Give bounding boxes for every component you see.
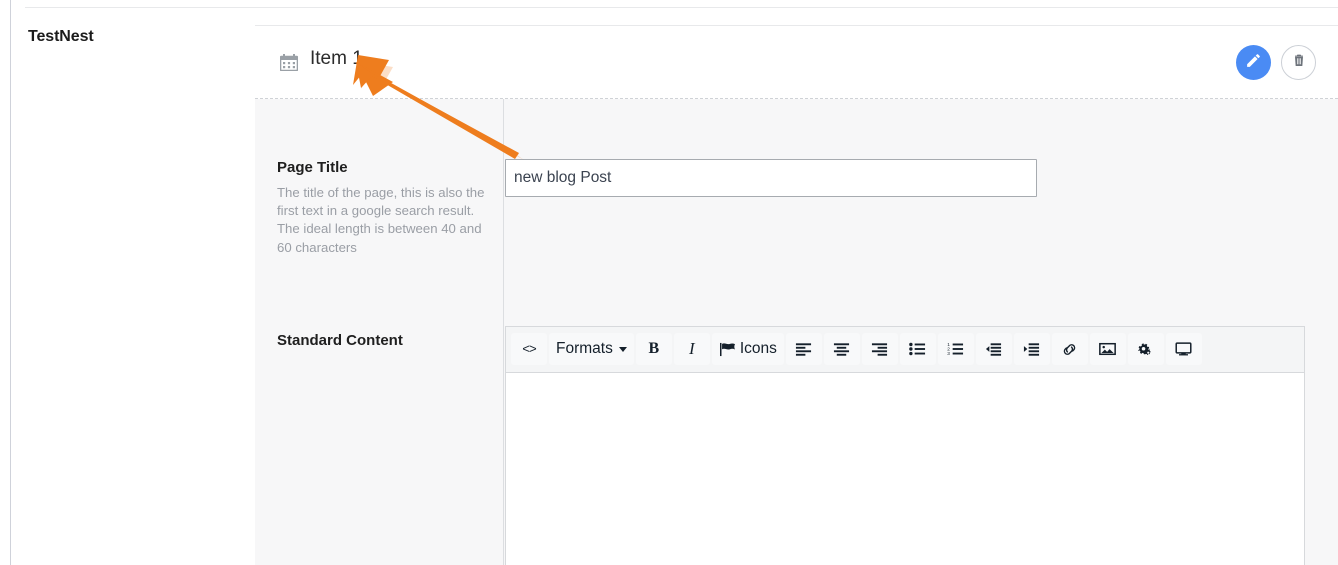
- editor-toolbar: <> Formats B I Icons 1 2 3: [506, 327, 1304, 373]
- field-hint: The title of the page, this is also the …: [277, 185, 485, 255]
- italic-button[interactable]: I: [673, 333, 710, 365]
- align-center-icon: [833, 342, 850, 356]
- source-code-button[interactable]: <>: [511, 333, 547, 365]
- rich-text-editor: <> Formats B I Icons 1 2 3: [505, 326, 1305, 565]
- ordered-list-icon: 1 2 3: [947, 342, 964, 356]
- preview-button[interactable]: [1165, 333, 1202, 365]
- insert-icons-button[interactable]: Icons: [711, 333, 784, 365]
- outdent-icon: [985, 342, 1002, 356]
- insert-icons-label: Icons: [739, 340, 777, 357]
- delete-button[interactable]: [1281, 45, 1316, 80]
- page-title: TestNest: [28, 28, 94, 45]
- settings-button[interactable]: [1127, 333, 1164, 365]
- page-title-input[interactable]: [505, 159, 1037, 197]
- field-label-page-title: Page Title The title of the page, this i…: [277, 159, 487, 257]
- formats-label: Formats: [556, 340, 613, 357]
- insert-link-button[interactable]: [1051, 333, 1088, 365]
- numbered-list-button[interactable]: 1 2 3: [937, 333, 974, 365]
- chevron-down-icon: [618, 346, 627, 352]
- edit-button[interactable]: [1236, 45, 1271, 80]
- window-left-border: [10, 0, 11, 565]
- monitor-icon: [1175, 342, 1192, 356]
- bold-icon: B: [648, 340, 660, 357]
- field-title: Page Title: [277, 159, 348, 176]
- image-icon: [1099, 342, 1117, 356]
- formats-dropdown[interactable]: Formats: [549, 333, 634, 365]
- align-center-button[interactable]: [823, 333, 860, 365]
- indent-button[interactable]: [1013, 333, 1050, 365]
- align-left-button[interactable]: [785, 333, 822, 365]
- fields-area: Page Title The title of the page, this i…: [255, 99, 1338, 565]
- item-header: Item 1: [255, 26, 1338, 99]
- bullet-list-button[interactable]: [899, 333, 936, 365]
- editor-body[interactable]: [506, 373, 1304, 563]
- align-left-icon: [795, 342, 812, 356]
- outdent-button[interactable]: [975, 333, 1012, 365]
- code-icon: <>: [522, 341, 537, 357]
- cogs-icon: [1137, 342, 1154, 357]
- field-row-page-title: Page Title The title of the page, this i…: [255, 99, 1338, 324]
- link-icon: [1061, 342, 1078, 357]
- align-right-icon: [871, 342, 888, 356]
- calendar-icon: [279, 54, 299, 72]
- item-actions: [1236, 45, 1316, 80]
- item-panel: Item 1 Page Title The title of the page,…: [255, 25, 1338, 565]
- trash-icon: [1291, 52, 1307, 73]
- insert-image-button[interactable]: [1089, 333, 1126, 365]
- app-screen: TestNest Item 1 Page Title The title of …: [0, 0, 1338, 565]
- align-right-button[interactable]: [861, 333, 898, 365]
- pencil-icon: [1245, 52, 1262, 74]
- bold-button[interactable]: B: [635, 333, 672, 365]
- italic-icon: I: [689, 339, 695, 358]
- indent-icon: [1023, 342, 1040, 356]
- svg-text:3: 3: [948, 351, 951, 356]
- field-row-standard-content: Standard Content <> Formats B I Icons 1 …: [255, 324, 1338, 565]
- field-label-standard-content: Standard Content: [277, 332, 487, 357]
- header-divider: [25, 7, 1338, 8]
- unordered-list-icon: [909, 342, 926, 356]
- field-title: Standard Content: [277, 332, 403, 349]
- flag-icon: [719, 342, 736, 357]
- item-label[interactable]: Item 1: [310, 48, 363, 70]
